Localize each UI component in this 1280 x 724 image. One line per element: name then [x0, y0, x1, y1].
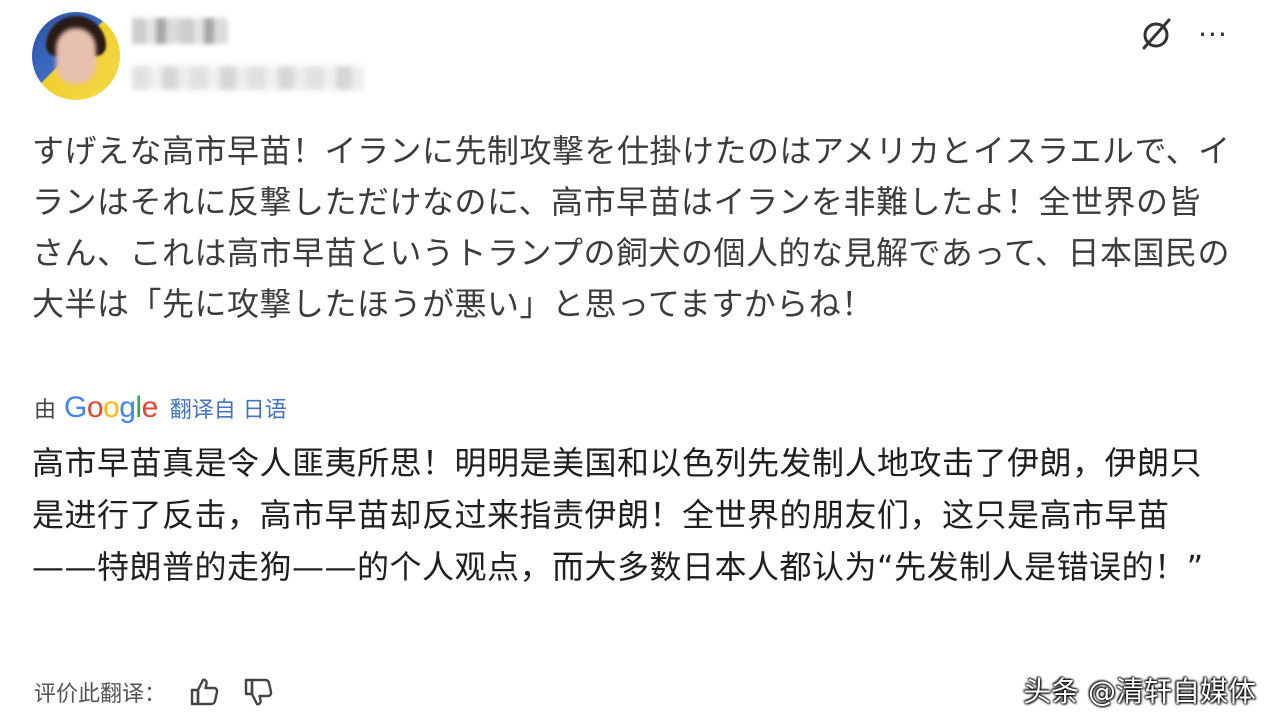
blurred-user-handle [132, 66, 364, 90]
user-avatar[interactable] [32, 12, 120, 100]
rate-translation-row: 评价此翻译： [34, 672, 296, 712]
by-label: 由 [34, 398, 57, 423]
rate-translation-label: 评价此翻译： [34, 682, 167, 707]
thumbs-down-icon[interactable] [242, 675, 276, 709]
thumbs-up-icon[interactable] [188, 675, 222, 709]
blurred-username[interactable] [132, 18, 228, 44]
more-horizontal-icon[interactable]: ··· [1196, 20, 1230, 50]
eye-off-icon[interactable] [1136, 14, 1176, 54]
translation-attribution: 由 Google 翻译自 日语 [34, 388, 287, 428]
original-post-text: すげえな高市早苗！イランに先制攻撃を仕掛けたのはアメリカとイスラエルで、イランは… [32, 132, 1231, 323]
avatar-face [56, 28, 96, 84]
google-logo: Google [64, 391, 158, 424]
toutiao-watermark: 头条 @清轩自媒体 [1023, 675, 1256, 708]
translated-post-text: 高市早苗真是令人匪夷所思！明明是美国和以色列先发制人地攻击了伊朗，伊朗只是进行了… [32, 444, 1204, 586]
translated-from-link[interactable]: 翻译自 日语 [170, 392, 287, 424]
